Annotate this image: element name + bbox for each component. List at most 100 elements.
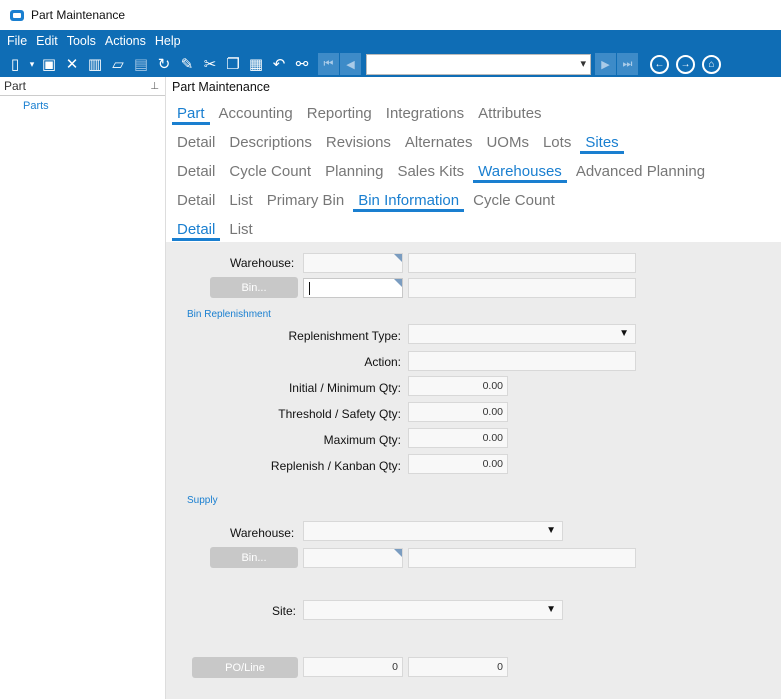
menu-help[interactable]: Help: [155, 34, 181, 48]
tab-area: Part Maintenance Part Accounting Reporti…: [166, 77, 781, 242]
tree-header: Part ⊥: [0, 77, 165, 96]
tab-revisions[interactable]: Revisions: [321, 134, 396, 154]
forward-icon[interactable]: →: [676, 54, 695, 74]
tab-part-detail[interactable]: Detail: [172, 134, 220, 154]
last-record-icon[interactable]: ⏭: [617, 53, 639, 75]
tab-bin-detail[interactable]: Detail: [172, 221, 221, 241]
tab-row-1: Part Accounting Reporting Integrations A…: [172, 101, 551, 125]
memo-icon[interactable]: ▱: [107, 53, 129, 75]
chevron-down-icon[interactable]: ▼: [546, 604, 556, 615]
supply-section: Supply: [187, 495, 218, 506]
po-line-button[interactable]: PO/Line: [192, 657, 298, 678]
clear-icon[interactable]: ✎: [176, 53, 198, 75]
bin-field[interactable]: [303, 278, 403, 298]
tab-cycle-count[interactable]: Cycle Count: [224, 163, 316, 183]
supply-bin-corner-indicator: [394, 549, 402, 557]
bin-description-field: [408, 278, 636, 298]
supply-bin-description-field: [408, 548, 636, 568]
supply-warehouse-dropdown[interactable]: ▼: [303, 521, 563, 541]
chevron-down-icon[interactable]: ▼: [546, 525, 556, 536]
tab-bin-cycle-count[interactable]: Cycle Count: [468, 192, 560, 212]
tab-bin-list[interactable]: List: [224, 221, 257, 241]
threshold-safety-qty-label: Threshold / Safety Qty:: [278, 407, 401, 421]
supply-warehouse-label: Warehouse:: [230, 526, 295, 540]
warehouse-code-field[interactable]: [303, 253, 403, 273]
text-caret: [309, 282, 310, 295]
page-title: Part Maintenance: [172, 80, 270, 94]
action-label: Action:: [364, 355, 401, 369]
maximum-qty-field[interactable]: 0.00: [408, 428, 508, 448]
tab-primary-bin[interactable]: Primary Bin: [262, 192, 350, 212]
tree-item-parts[interactable]: Parts: [0, 96, 165, 112]
tab-reporting[interactable]: Reporting: [302, 105, 377, 125]
undo-icon[interactable]: ↶: [268, 53, 290, 75]
refresh-icon[interactable]: ↻: [153, 53, 175, 75]
nav-next-last: ▶ ⏭: [595, 53, 639, 75]
po-line-value: 0: [497, 661, 503, 673]
maximum-qty-label: Maximum Qty:: [323, 433, 401, 447]
chevron-down-icon[interactable]: ▼: [619, 328, 629, 339]
po-number-field[interactable]: 0: [303, 657, 403, 677]
new-icon[interactable]: ▯: [4, 53, 26, 75]
home-icon[interactable]: ⌂: [702, 54, 721, 74]
record-navigator-combo[interactable]: [366, 53, 591, 75]
book-icon[interactable]: ▥: [84, 53, 106, 75]
threshold-safety-qty-field[interactable]: 0.00: [408, 402, 508, 422]
delete-icon[interactable]: ✕: [61, 53, 83, 75]
tab-sites[interactable]: Sites: [580, 134, 625, 154]
tab-advanced-planning[interactable]: Advanced Planning: [571, 163, 710, 183]
new-dropdown-icon[interactable]: ▾: [27, 53, 37, 75]
supply-bin-button[interactable]: Bin...: [210, 547, 298, 568]
cut-icon[interactable]: ✂: [199, 53, 221, 75]
tab-site-detail[interactable]: Detail: [172, 163, 220, 183]
initial-min-qty-field[interactable]: 0.00: [408, 376, 508, 396]
tab-descriptions[interactable]: Descriptions: [224, 134, 317, 154]
menu-edit[interactable]: Edit: [36, 34, 58, 48]
site-dropdown[interactable]: ▼: [303, 600, 563, 620]
tab-bin-information[interactable]: Bin Information: [353, 192, 465, 212]
replenish-kanban-qty-label: Replenish / Kanban Qty:: [270, 459, 401, 473]
prev-record-icon[interactable]: ◀: [340, 53, 362, 75]
replenish-kanban-qty-field[interactable]: 0.00: [408, 454, 508, 474]
first-record-icon[interactable]: ⏮: [318, 53, 340, 75]
tab-row-5: Detail List: [172, 217, 262, 241]
back-icon[interactable]: ←: [650, 54, 669, 74]
bin-replenishment-section: Bin Replenishment: [187, 309, 271, 320]
nav-first-prev: ⏮ ◀: [318, 53, 362, 75]
pin-icon[interactable]: ⊥: [150, 81, 159, 92]
save-icon[interactable]: ▣: [38, 53, 60, 75]
binoculars-icon[interactable]: ⚯: [291, 53, 313, 75]
replenishment-type-dropdown[interactable]: ▼: [408, 324, 636, 344]
tab-part[interactable]: Part: [172, 105, 210, 125]
maximum-qty-value: 0.00: [482, 432, 503, 444]
paste-icon[interactable]: ▦: [245, 53, 267, 75]
tab-warehouse-list[interactable]: List: [224, 192, 257, 212]
menu-file[interactable]: File: [7, 34, 27, 48]
copy-icon[interactable]: ❐: [222, 53, 244, 75]
tab-attributes[interactable]: Attributes: [473, 105, 546, 125]
supply-bin-field[interactable]: [303, 548, 403, 568]
attachment-icon[interactable]: ▤: [130, 53, 152, 75]
next-record-icon[interactable]: ▶: [595, 53, 617, 75]
tab-alternates[interactable]: Alternates: [400, 134, 478, 154]
po-number-value: 0: [392, 661, 398, 673]
tree-panel: Part ⊥ Parts: [0, 77, 166, 699]
initial-min-qty-label: Initial / Minimum Qty:: [288, 381, 401, 395]
tab-warehouse-detail[interactable]: Detail: [172, 192, 220, 212]
tab-uoms[interactable]: UOMs: [481, 134, 534, 154]
tab-sales-kits[interactable]: Sales Kits: [392, 163, 469, 183]
menu-actions[interactable]: Actions: [105, 34, 146, 48]
tab-warehouses[interactable]: Warehouses: [473, 163, 567, 183]
tree-header-label: Part: [4, 79, 27, 93]
warehouse-label: Warehouse:: [230, 256, 295, 270]
menu-tools[interactable]: Tools: [67, 34, 96, 48]
po-line-field[interactable]: 0: [408, 657, 508, 677]
bin-button[interactable]: Bin...: [210, 277, 298, 298]
tab-lots[interactable]: Lots: [538, 134, 576, 154]
toolbar: ▯ ▾ ▣ ✕ ▥ ▱ ▤ ↻ ✎ ✂ ❐ ▦ ↶ ⚯ ⏮ ◀ ▶ ⏭ ← → …: [0, 51, 781, 77]
tab-planning[interactable]: Planning: [320, 163, 388, 183]
tab-accounting[interactable]: Accounting: [214, 105, 298, 125]
tab-integrations[interactable]: Integrations: [381, 105, 469, 125]
initial-min-qty-value: 0.00: [482, 380, 503, 392]
tab-row-2: Detail Descriptions Revisions Alternates…: [172, 130, 628, 154]
